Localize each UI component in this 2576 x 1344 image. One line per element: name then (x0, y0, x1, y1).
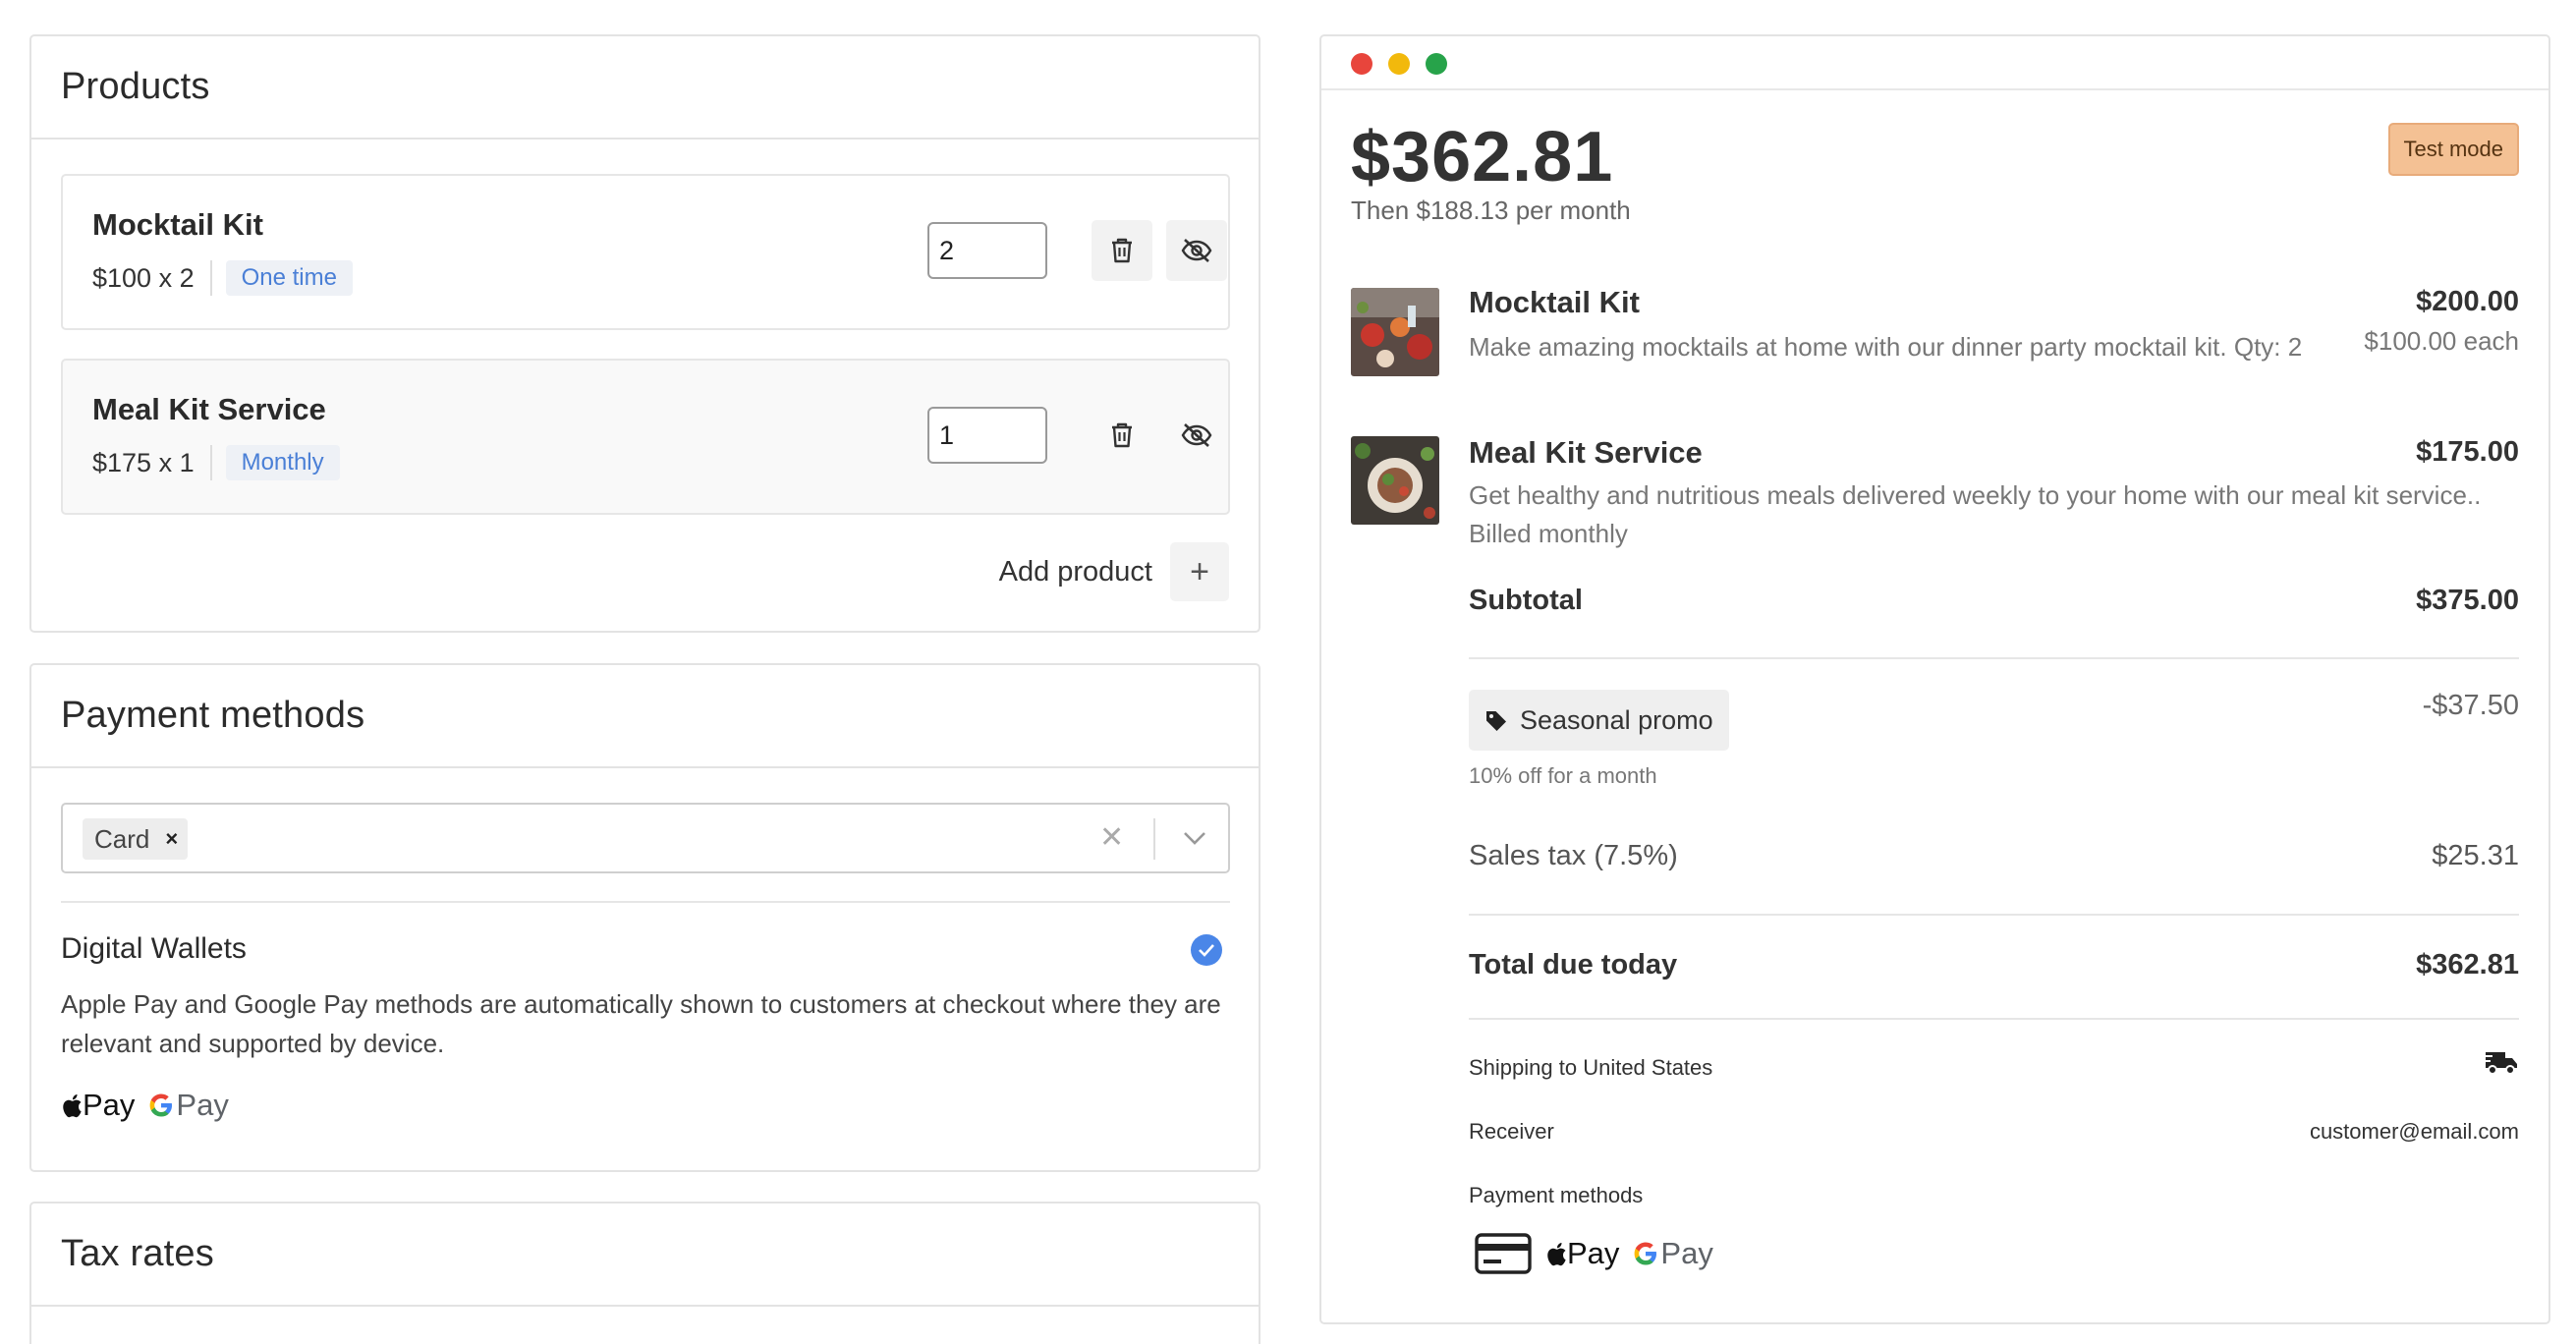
plus-icon: + (1190, 552, 1209, 590)
test-mode-badge: Test mode (2387, 123, 2519, 176)
promo-description: 10% off for a month (1469, 763, 1657, 788)
google-pay-logo: Pay (1633, 1236, 1713, 1271)
google-pay-text: Pay (1660, 1236, 1713, 1270)
promo-name: Seasonal promo (1520, 704, 1713, 735)
product-price: $175 x 1 (92, 445, 212, 480)
wallet-logos: Pay Pay (61, 1088, 229, 1123)
hide-product-button[interactable] (1166, 405, 1227, 466)
eye-slash-icon (1181, 239, 1212, 262)
receiver-label: Receiver (1469, 1119, 1554, 1144)
quantity-input[interactable] (927, 222, 1047, 279)
apple-pay-logo: Pay (61, 1088, 135, 1123)
delete-product-button[interactable] (1092, 220, 1152, 281)
apple-icon (63, 1093, 82, 1117)
product-name: Meal Kit Service (92, 392, 326, 426)
billing-badge: One time (225, 260, 353, 296)
digital-wallets-title: Digital Wallets (61, 932, 247, 965)
promo-chip: Seasonal promo (1469, 690, 1729, 751)
recurring-text: Then $188.13 per month (1351, 196, 1631, 225)
product-meta: $175 x 1 Monthly (92, 443, 340, 482)
chip-remove-icon[interactable]: × (165, 826, 178, 852)
truck-icon (2484, 1052, 2517, 1075)
total-due-label: Total due today (1469, 949, 1678, 980)
mocktail-photo-icon (1351, 288, 1439, 376)
product-row: Mocktail Kit $100 x 2 One time (61, 174, 1230, 330)
digital-wallets-checkbox[interactable] (1191, 934, 1222, 966)
divider (1469, 1018, 2519, 1020)
apple-pay-text: Pay (83, 1088, 136, 1122)
window-title-bar (1321, 36, 2548, 90)
window-maximize-dot (1426, 53, 1447, 75)
apple-pay-text: Pay (1567, 1236, 1620, 1270)
total-amount: $362.81 (1351, 118, 1614, 196)
delete-product-button[interactable] (1092, 405, 1152, 466)
products-card-header: Products (31, 36, 1259, 140)
line-item-description: Get healthy and nutritious meals deliver… (1469, 480, 2482, 548)
divider (1469, 657, 2519, 659)
digital-wallets-description: Apple Pay and Google Pay methods are aut… (61, 989, 1221, 1058)
trash-icon (1112, 422, 1132, 448)
hide-product-button[interactable] (1166, 220, 1227, 281)
google-g-icon (1635, 1242, 1657, 1265)
tag-icon (1486, 711, 1506, 731)
payment-methods-label: Payment methods (1469, 1183, 1644, 1207)
credit-card-icon (1475, 1233, 1532, 1274)
window-minimize-dot (1388, 53, 1410, 75)
tax-rates-card: Tax rates (29, 1202, 1260, 1344)
payment-methods-title: Payment methods (61, 695, 365, 736)
line-item-unit-price: $100.00 each (2364, 326, 2519, 356)
products-title: Products (61, 66, 210, 107)
clear-selection-icon[interactable]: ✕ (1099, 820, 1124, 855)
tax-rates-header: Tax rates (31, 1204, 1259, 1307)
google-g-icon (150, 1093, 173, 1117)
quantity-input[interactable] (927, 407, 1047, 464)
add-product-button[interactable]: + (1170, 542, 1229, 601)
mocktail-kit-image (1351, 288, 1439, 376)
checkout-preview-window: Test mode $362.81 Then $188.13 per month… (1319, 34, 2550, 1324)
product-row: Meal Kit Service $175 x 1 Monthly (61, 359, 1230, 515)
billing-badge: Monthly (225, 445, 340, 480)
receiver-email: customer@email.com (2309, 1119, 2519, 1144)
subtotal-label: Subtotal (1469, 585, 1583, 616)
line-item-name: Meal Kit Service (1469, 435, 1703, 470)
tax-label: Sales tax (7.5%) (1469, 840, 1678, 871)
tax-rates-title: Tax rates (61, 1233, 214, 1274)
eye-slash-icon (1181, 423, 1212, 447)
subtotal-value: $375.00 (2416, 585, 2519, 616)
payment-methods-header: Payment methods (31, 665, 1259, 768)
add-product-control[interactable]: Add product + (999, 542, 1229, 601)
product-price: $100 x 2 (92, 260, 212, 296)
meal-kit-image (1351, 436, 1439, 525)
apple-pay-logo: Pay (1545, 1236, 1619, 1271)
payment-method-icons: Pay Pay (1469, 1233, 1713, 1274)
chip-label: Card (94, 823, 150, 854)
trash-icon (1112, 238, 1132, 263)
product-name: Mocktail Kit (92, 207, 263, 242)
google-pay-logo: Pay (148, 1088, 229, 1123)
tax-value: $25.31 (2432, 840, 2519, 871)
product-meta: $100 x 2 One time (92, 258, 353, 298)
shipping-label: Shipping to United States (1469, 1055, 1713, 1080)
divider (1469, 914, 2519, 916)
products-card: Products Mocktail Kit $100 x 2 One time … (29, 34, 1260, 633)
select-divider (1153, 818, 1155, 860)
payment-methods-card: Payment methods Card × ✕ Digital Wallets… (29, 663, 1260, 1172)
total-due-value: $362.81 (2416, 949, 2519, 980)
chevron-down-icon[interactable] (1180, 820, 1209, 856)
line-item-description: Make amazing mocktails at home with our … (1469, 332, 2303, 362)
meal-photo-icon (1351, 436, 1439, 525)
line-item-price: $200.00 (2416, 286, 2519, 317)
promo-discount-value: -$37.50 (2422, 690, 2519, 721)
line-item-name: Mocktail Kit (1469, 285, 1640, 319)
add-product-label[interactable]: Add product (999, 556, 1152, 588)
check-icon (1199, 944, 1214, 957)
window-close-dot (1351, 53, 1372, 75)
payment-methods-select[interactable]: Card × ✕ (61, 803, 1230, 873)
line-item-price: $175.00 (2416, 436, 2519, 468)
google-pay-text: Pay (176, 1088, 229, 1122)
apple-icon (1547, 1242, 1566, 1265)
divider (61, 901, 1230, 903)
selected-method-chip: Card × (83, 818, 189, 860)
